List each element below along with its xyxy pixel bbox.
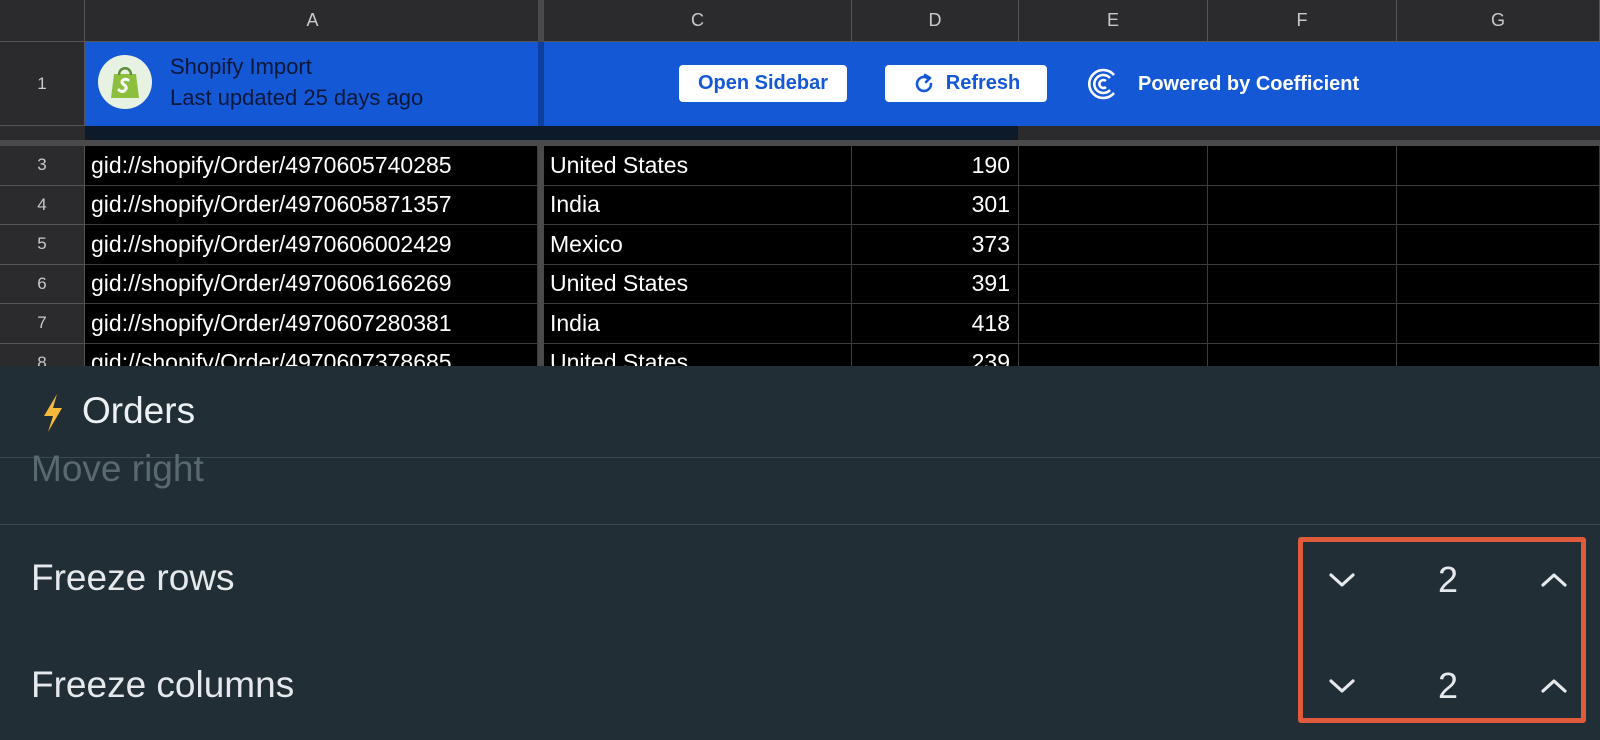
sheet-name-title: Orders bbox=[82, 390, 196, 431]
empty-cell[interactable] bbox=[1397, 264, 1600, 304]
banner-column-divider bbox=[538, 42, 544, 126]
chevron-up-icon[interactable] bbox=[1534, 666, 1574, 706]
country-cell[interactable]: United States bbox=[544, 146, 852, 186]
import-title: Shopify Import bbox=[170, 54, 312, 79]
powered-by-coefficient: Powered by Coefficient bbox=[1084, 66, 1359, 102]
row-header-5[interactable]: 5 bbox=[0, 225, 85, 265]
column-header-f[interactable]: F bbox=[1208, 0, 1397, 42]
column-header-d[interactable]: D bbox=[852, 0, 1019, 42]
coefficient-logo-icon bbox=[1084, 66, 1120, 102]
order-id-cell[interactable]: gid://shopify/Order/4970606166269 bbox=[85, 264, 538, 304]
value-cell[interactable]: 391 bbox=[852, 264, 1019, 304]
row-header-4[interactable]: 4 bbox=[0, 185, 85, 225]
row-header-6[interactable]: 6 bbox=[0, 264, 85, 304]
powered-by-text: Powered by Coefficient bbox=[1138, 72, 1360, 95]
panel-divider-middle bbox=[0, 524, 1600, 525]
panel-divider-top bbox=[0, 457, 1600, 458]
empty-cell[interactable] bbox=[1208, 225, 1397, 265]
freeze-rows-label: Freeze rows bbox=[31, 557, 235, 598]
country-cell[interactable]: India bbox=[544, 185, 852, 225]
empty-cell[interactable] bbox=[1208, 185, 1397, 225]
row-header-1[interactable]: 1 bbox=[0, 42, 85, 126]
country-cell[interactable]: Mexico bbox=[544, 225, 852, 265]
order-id-cell[interactable]: gid://shopify/Order/4970605740285 bbox=[85, 146, 538, 186]
row-2-header-cells bbox=[85, 126, 1018, 140]
last-updated-text: Last updated 25 days ago bbox=[170, 85, 424, 110]
select-all-corner[interactable] bbox=[0, 0, 85, 42]
value-cell[interactable]: 373 bbox=[852, 225, 1019, 265]
empty-cell[interactable] bbox=[1208, 264, 1397, 304]
value-cell[interactable]: 418 bbox=[852, 304, 1019, 344]
freeze-rows-value: 2 bbox=[1437, 559, 1459, 600]
country-cell[interactable]: India bbox=[544, 304, 852, 344]
chevron-down-icon[interactable] bbox=[1322, 666, 1362, 706]
value-cell[interactable]: 190 bbox=[852, 146, 1019, 186]
empty-cell[interactable] bbox=[1397, 185, 1600, 225]
column-header-a[interactable]: A bbox=[85, 0, 541, 42]
country-cell[interactable]: United States bbox=[544, 264, 852, 304]
move-right-option[interactable]: Move right bbox=[31, 448, 204, 490]
lightning-bolt-icon bbox=[38, 392, 68, 434]
order-id-cell[interactable]: gid://shopify/Order/4970607280381 bbox=[85, 304, 538, 344]
empty-cell[interactable] bbox=[1019, 185, 1208, 225]
empty-cell[interactable] bbox=[1208, 304, 1397, 344]
row-header-3[interactable]: 3 bbox=[0, 146, 85, 186]
empty-cell[interactable] bbox=[1397, 225, 1600, 265]
empty-cell[interactable] bbox=[1397, 304, 1600, 344]
refresh-button[interactable]: Refresh bbox=[885, 65, 1047, 102]
open-sidebar-button[interactable]: Open Sidebar bbox=[679, 65, 847, 102]
column-header-e[interactable]: E bbox=[1019, 0, 1208, 42]
column-header-g[interactable]: G bbox=[1397, 0, 1600, 42]
order-id-cell[interactable]: gid://shopify/Order/4970606002429 bbox=[85, 225, 538, 265]
chevron-up-icon[interactable] bbox=[1534, 560, 1574, 600]
empty-cell[interactable] bbox=[1019, 146, 1208, 186]
order-id-cell[interactable]: gid://shopify/Order/4970605871357 bbox=[85, 185, 538, 225]
column-header-c[interactable]: C bbox=[544, 0, 852, 42]
chevron-down-icon[interactable] bbox=[1322, 560, 1362, 600]
refresh-label: Refresh bbox=[945, 72, 1021, 94]
empty-cell[interactable] bbox=[1397, 146, 1600, 186]
empty-cell[interactable] bbox=[1019, 225, 1208, 265]
empty-cell[interactable] bbox=[1019, 304, 1208, 344]
value-cell[interactable]: 301 bbox=[852, 185, 1019, 225]
freeze-columns-stepper[interactable]: 2 bbox=[1322, 664, 1574, 708]
shopify-bag-icon bbox=[98, 55, 152, 109]
freeze-rows-stepper[interactable]: 2 bbox=[1322, 558, 1574, 602]
open-sidebar-label: Open Sidebar bbox=[697, 72, 829, 94]
empty-cell[interactable] bbox=[1208, 146, 1397, 186]
row-header-7[interactable]: 7 bbox=[0, 304, 85, 344]
freeze-columns-value: 2 bbox=[1437, 665, 1459, 706]
empty-cell[interactable] bbox=[1019, 264, 1208, 304]
refresh-icon bbox=[912, 72, 936, 96]
freeze-columns-label: Freeze columns bbox=[31, 664, 295, 705]
